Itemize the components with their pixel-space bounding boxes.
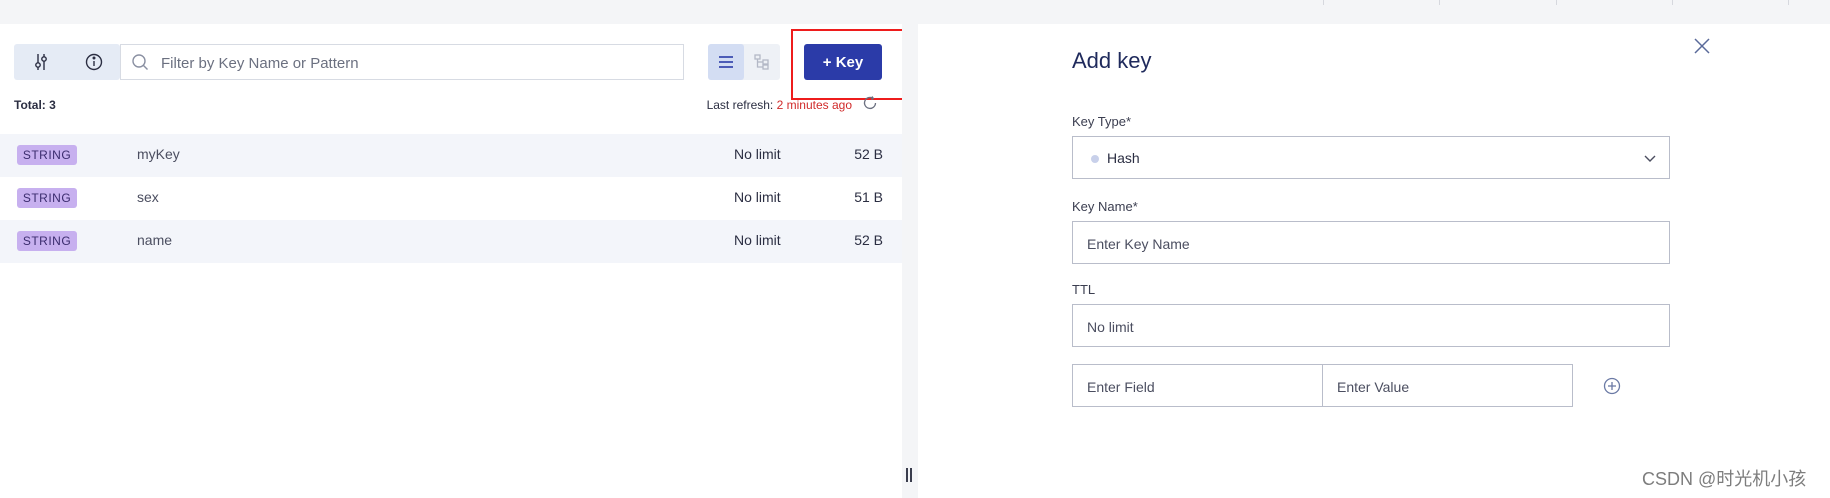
sliders-icon	[34, 54, 47, 70]
top-bar	[0, 0, 1830, 24]
hash-value-input[interactable]	[1335, 365, 1564, 408]
info-button[interactable]	[67, 44, 120, 80]
total-count: Total: 3	[14, 98, 56, 112]
last-refresh-time: 2 minutes ago	[776, 98, 852, 112]
hash-value-box	[1322, 364, 1573, 408]
key-list: STRING myKey No limit 52 B STRING sex No…	[0, 134, 902, 263]
search-box	[120, 44, 684, 81]
ttl-label: TTL	[1072, 282, 1096, 297]
panel-divider	[902, 24, 918, 498]
watermark: CSDN @时光机小孩	[1642, 469, 1807, 489]
key-size: 52 B	[854, 232, 883, 248]
ttl-input[interactable]	[1085, 305, 1649, 348]
last-refresh-label: Last refresh:	[706, 98, 774, 112]
list-view-button[interactable]	[708, 44, 744, 80]
key-type-color-dot	[1091, 155, 1099, 163]
key-browser-panel: + Key Total: 3 Last refresh: 2 minutes a…	[0, 24, 921, 498]
key-ttl: No limit	[734, 232, 781, 248]
hash-field-box	[1072, 364, 1323, 408]
view-switcher	[708, 44, 780, 80]
top-bar-divider	[1323, 0, 1324, 5]
key-type-value: Hash	[1107, 150, 1140, 166]
close-button[interactable]	[1692, 36, 1712, 56]
table-row[interactable]: STRING sex No limit 51 B	[0, 177, 902, 220]
add-field-button[interactable]	[1601, 375, 1623, 397]
tree-view-icon	[754, 54, 769, 70]
search-icon	[132, 54, 148, 70]
table-row[interactable]: STRING myKey No limit 52 B	[0, 134, 902, 177]
refresh-button[interactable]	[862, 95, 878, 116]
refresh-icon	[863, 96, 877, 109]
key-ttl: No limit	[734, 146, 781, 162]
type-badge: STRING	[17, 231, 77, 251]
type-badge: STRING	[17, 145, 77, 165]
key-name-input[interactable]	[1085, 222, 1649, 265]
filter-button[interactable]	[14, 44, 67, 80]
table-row[interactable]: STRING name No limit 52 B	[0, 220, 902, 263]
hash-field-input[interactable]	[1085, 365, 1314, 408]
key-type-label: Key Type*	[1072, 114, 1132, 129]
key-name: sex	[137, 189, 159, 205]
key-size: 51 B	[854, 189, 883, 205]
filter-toolbar	[14, 44, 120, 80]
form-title: Add key	[1072, 48, 1152, 73]
top-bar-divider	[1556, 0, 1557, 5]
plus-circle-icon	[1603, 377, 1621, 395]
top-bar-divider	[1672, 0, 1673, 5]
key-name-field	[1072, 221, 1670, 265]
key-name-label: Key Name*	[1072, 199, 1138, 214]
search-input[interactable]	[159, 45, 663, 81]
key-ttl: No limit	[734, 189, 781, 205]
key-type-select[interactable]: Hash	[1072, 136, 1670, 179]
close-icon	[1694, 38, 1710, 54]
top-bar-divider	[1788, 0, 1789, 5]
key-name: myKey	[137, 146, 180, 162]
key-size: 52 B	[854, 146, 883, 162]
resize-handle[interactable]	[906, 468, 912, 482]
list-view-icon	[719, 56, 733, 68]
type-badge: STRING	[17, 188, 77, 208]
chevron-down-icon	[1644, 155, 1656, 162]
key-name: name	[137, 232, 173, 248]
info-icon	[85, 53, 102, 71]
tree-view-button[interactable]	[744, 44, 780, 80]
top-bar-divider	[1439, 0, 1440, 5]
last-refresh: Last refresh: 2 minutes ago	[707, 98, 852, 112]
ttl-field	[1072, 304, 1670, 348]
